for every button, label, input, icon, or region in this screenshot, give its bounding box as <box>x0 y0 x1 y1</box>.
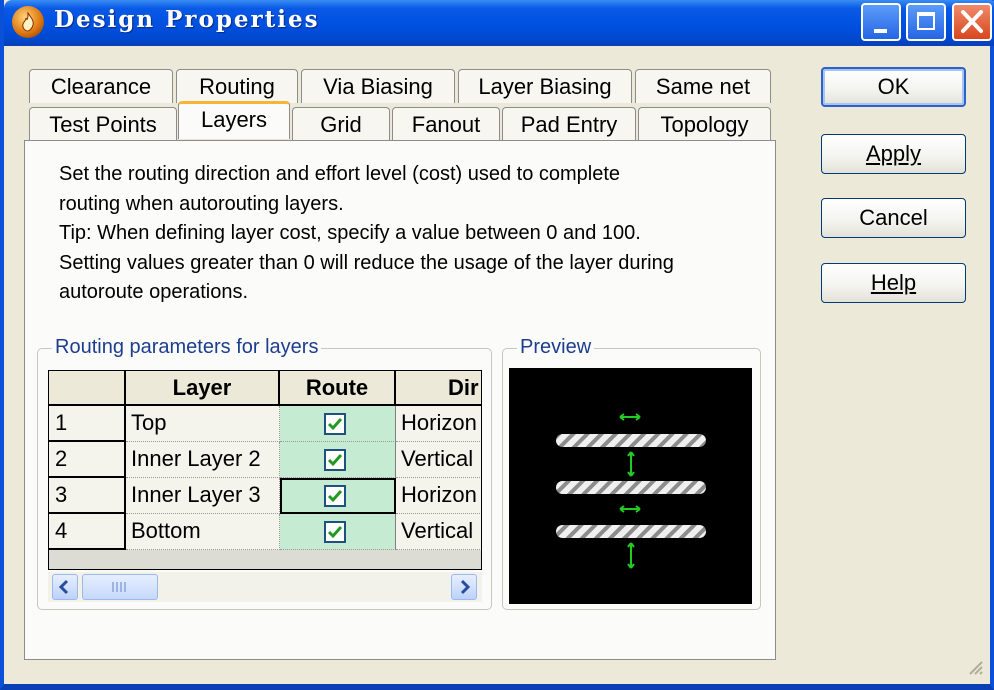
route-cell[interactable] <box>280 406 396 442</box>
row-number[interactable]: 4 <box>49 514 126 550</box>
description-line: Set the routing direction and effort lev… <box>59 163 621 185</box>
tab-layers[interactable]: Layers <box>178 101 290 139</box>
route-checkbox[interactable] <box>324 449 346 471</box>
horizontal-arrow-icon <box>619 413 641 421</box>
design-properties-dialog: Design Properties Clearance Routing Via … <box>0 0 994 690</box>
layer-preview-drawing <box>556 413 706 569</box>
help-button-label: Help <box>870 270 917 295</box>
maximize-icon <box>917 12 935 30</box>
size-grip-icon[interactable] <box>966 658 984 676</box>
tab-routing[interactable]: Routing <box>176 69 298 103</box>
description-text: Set the routing direction and effort lev… <box>59 160 759 308</box>
direction-cell[interactable]: Vertical <box>396 514 481 550</box>
column-header-layer[interactable]: Layer <box>126 371 280 406</box>
layer-name-cell[interactable]: Inner Layer 3 <box>126 478 280 514</box>
thumb-grip-icon <box>112 582 126 592</box>
grid-corner-header <box>49 371 126 406</box>
cancel-button[interactable]: Cancel <box>821 198 966 238</box>
help-button[interactable]: Help <box>821 263 966 303</box>
route-cell[interactable] <box>280 442 396 478</box>
scroll-left-button[interactable] <box>52 574 78 600</box>
horizontal-arrow-icon <box>619 505 641 513</box>
row-number[interactable]: 2 <box>49 442 126 478</box>
description-line: Setting values greater than 0 will reduc… <box>59 251 674 274</box>
routing-parameters-label: Routing parameters for layers <box>52 336 322 359</box>
route-cell[interactable] <box>280 514 396 550</box>
tab-topology[interactable]: Topology <box>638 107 771 141</box>
close-icon <box>961 10 983 33</box>
tab-clearance[interactable]: Clearance <box>29 69 173 103</box>
ok-button[interactable]: OK <box>821 67 966 107</box>
direction-cell[interactable]: Vertical <box>396 442 481 478</box>
apply-button-label: Apply <box>865 141 922 166</box>
description-line: routing when autorouting layers. <box>59 192 344 215</box>
layers-grid[interactable]: Layer Route Dir 1 Top Horizon 2 Inner La… <box>48 370 482 570</box>
close-button[interactable] <box>952 3 992 41</box>
tab-via-biasing[interactable]: Via Biasing <box>301 69 455 103</box>
maximize-button[interactable] <box>906 3 946 41</box>
minimize-icon <box>874 29 887 33</box>
checkbox-checked-icon <box>327 418 343 431</box>
tab-fanout[interactable]: Fanout <box>392 107 500 141</box>
layer-preview-canvas <box>509 368 752 604</box>
layer-name-cell[interactable]: Inner Layer 2 <box>126 442 280 478</box>
route-checkbox[interactable] <box>324 521 346 543</box>
scroll-thumb[interactable] <box>82 574 158 600</box>
column-header-dir[interactable]: Dir <box>396 371 481 406</box>
minimize-button[interactable] <box>861 3 901 41</box>
tab-layer-biasing[interactable]: Layer Biasing <box>458 69 632 103</box>
checkbox-checked-icon <box>327 526 343 539</box>
layer-name-cell[interactable]: Bottom <box>126 514 280 550</box>
direction-cell[interactable]: Horizon <box>396 406 481 442</box>
title-bar[interactable]: Design Properties <box>4 0 994 46</box>
app-flame-icon[interactable] <box>12 6 44 38</box>
vertical-arrow-icon <box>627 542 635 569</box>
scroll-right-button[interactable] <box>451 574 477 600</box>
route-cell-selected[interactable] <box>280 478 396 514</box>
column-header-route[interactable]: Route <box>280 371 396 406</box>
description-line: autoroute operations. <box>59 281 249 303</box>
preview-label: Preview <box>517 336 595 359</box>
checkbox-checked-icon <box>327 454 343 467</box>
scroll-right-icon <box>460 579 471 595</box>
description-line: Tip: When defining layer cost, specify a… <box>59 222 641 244</box>
scroll-left-icon <box>58 579 69 595</box>
route-checkbox[interactable] <box>324 485 346 507</box>
route-checkbox[interactable] <box>324 413 346 435</box>
checkbox-checked-icon <box>327 490 343 503</box>
vertical-arrow-icon <box>627 451 635 477</box>
grid-horizontal-scrollbar[interactable] <box>48 572 482 602</box>
trace-bar <box>556 434 706 447</box>
tab-grid[interactable]: Grid <box>292 107 390 141</box>
row-number[interactable]: 1 <box>49 406 126 442</box>
window-title: Design Properties <box>54 6 320 33</box>
tab-test-points[interactable]: Test Points <box>29 107 177 141</box>
apply-button[interactable]: Apply <box>821 134 966 174</box>
direction-cell[interactable]: Horizon <box>396 478 481 514</box>
tab-same-net[interactable]: Same net <box>635 69 771 103</box>
trace-bar <box>556 525 706 538</box>
row-number[interactable]: 3 <box>49 478 126 514</box>
layer-name-cell[interactable]: Top <box>126 406 280 442</box>
trace-bar <box>556 481 706 494</box>
tab-pad-entry[interactable]: Pad Entry <box>502 107 636 141</box>
